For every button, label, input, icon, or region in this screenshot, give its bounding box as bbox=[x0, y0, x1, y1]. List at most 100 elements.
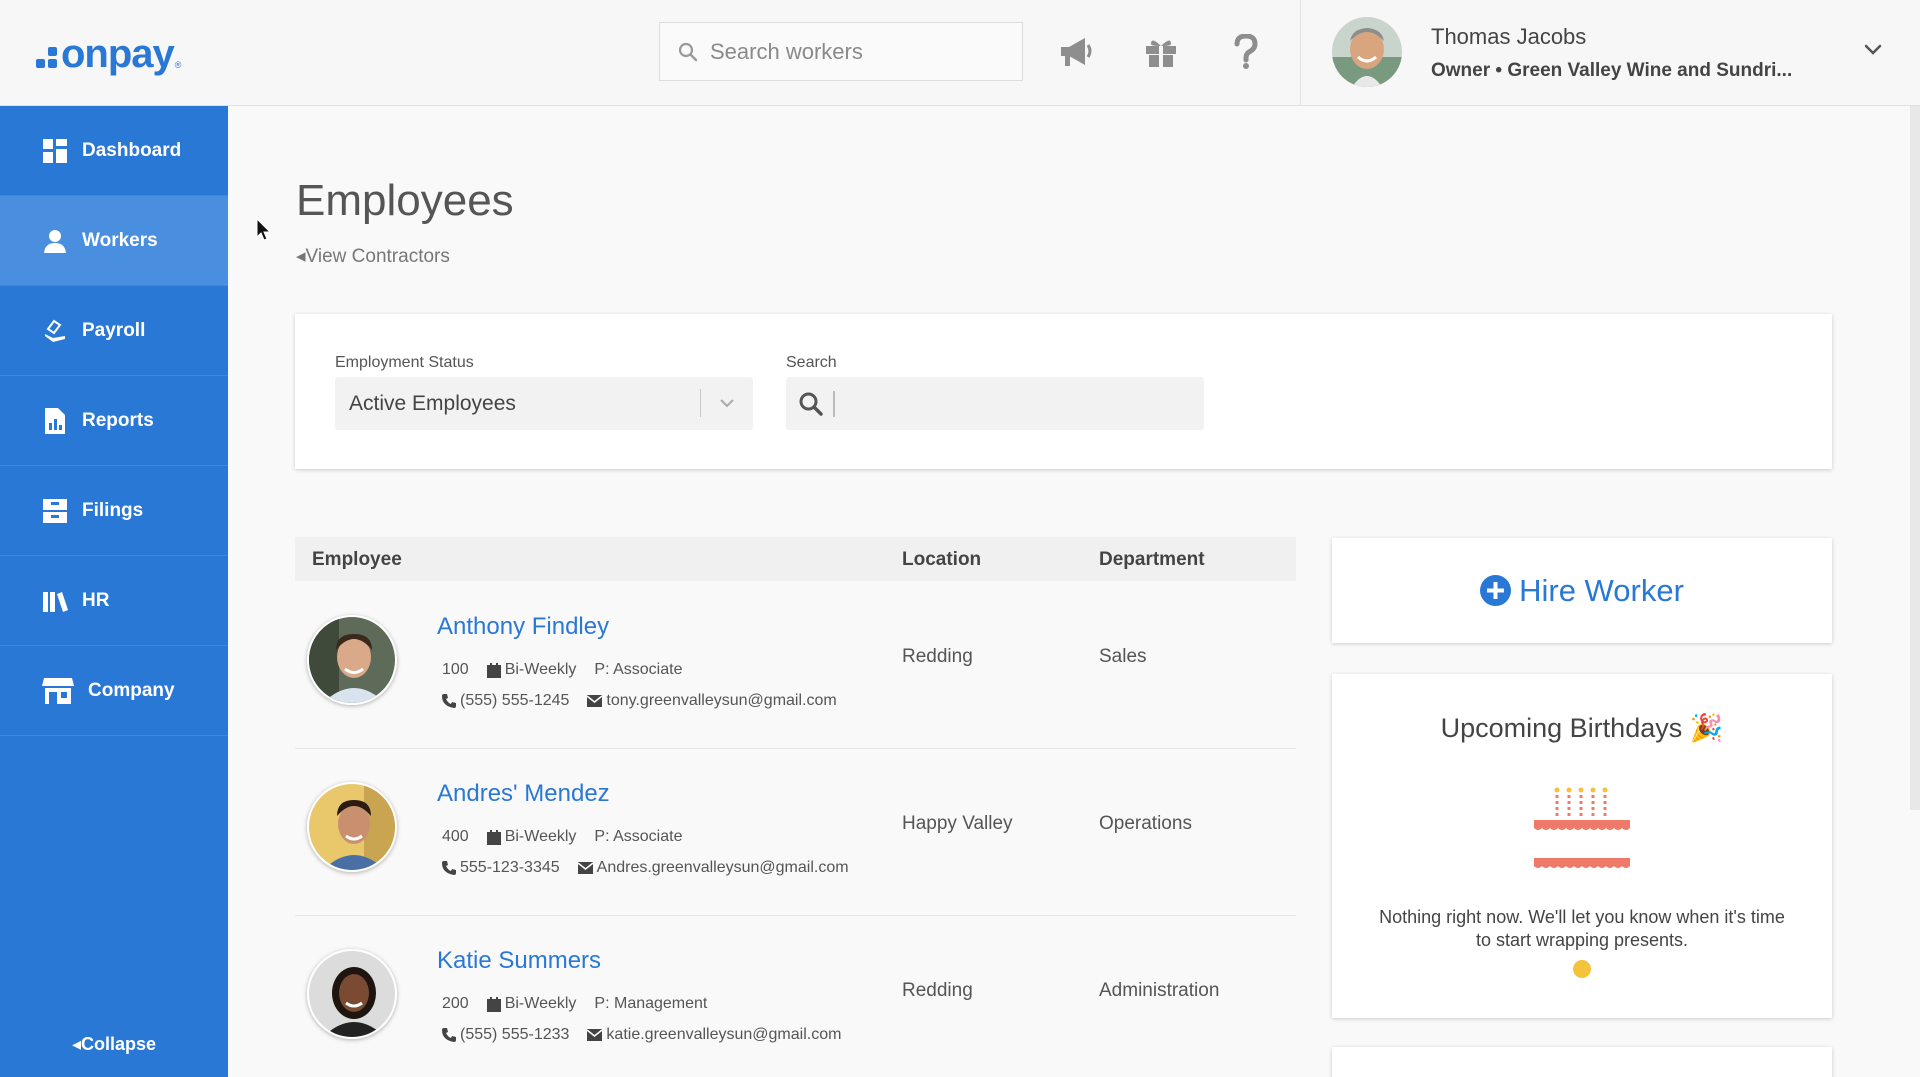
logo-mark bbox=[36, 47, 57, 68]
position: P: Associate bbox=[594, 828, 683, 845]
employee-location: Redding bbox=[902, 980, 973, 1001]
calendar-icon bbox=[486, 829, 501, 845]
table-row[interactable]: Anthony Findley 100 Bi-Weekly P: Associa… bbox=[295, 583, 1296, 749]
user-role: Owner • Green Valley Wine and Sundri... bbox=[1431, 60, 1793, 81]
sidebar-item-dashboard[interactable]: Dashboard bbox=[0, 106, 228, 196]
hire-worker-label: Hire Worker bbox=[1519, 572, 1684, 608]
employee-id: 100 bbox=[442, 661, 469, 678]
page-title: Employees bbox=[296, 176, 514, 225]
pay-frequency: Bi-Weekly bbox=[504, 828, 577, 845]
search-label: Search bbox=[786, 354, 837, 371]
upcoming-birthdays-card: Upcoming Birthdays 🎉 Nothing right now. … bbox=[1332, 674, 1832, 1018]
employee-department: Operations bbox=[1099, 813, 1192, 834]
birthdays-title: Upcoming Birthdays 🎉 bbox=[1440, 713, 1724, 743]
company-icon bbox=[42, 677, 74, 704]
email-icon bbox=[587, 695, 603, 707]
onpay-logo[interactable]: onpay ® bbox=[36, 30, 181, 74]
top-divider bbox=[1300, 0, 1301, 106]
email-address[interactable]: tony.greenvalleysun@gmail.com bbox=[606, 692, 836, 710]
search-workers-input[interactable] bbox=[710, 38, 1010, 65]
calendar-icon bbox=[486, 996, 501, 1012]
pay-frequency: Bi-Weekly bbox=[504, 661, 577, 678]
filings-icon bbox=[42, 498, 68, 524]
top-bar: onpay ® Thomas Jacobs Owner • Green Vall… bbox=[0, 0, 1920, 106]
sidebar-item-workers[interactable]: Workers bbox=[0, 196, 228, 286]
email-address[interactable]: Andres.greenvalleysun@gmail.com bbox=[597, 859, 849, 877]
employee-meta: 200 Bi-Weekly P: Management bbox=[442, 995, 707, 1013]
chevron-down-icon[interactable] bbox=[1861, 38, 1885, 62]
view-contractors-label: View Contractors bbox=[305, 246, 450, 267]
header-location[interactable]: Location bbox=[902, 549, 981, 571]
employee-name-link[interactable]: Anthony Findley bbox=[437, 613, 609, 641]
employee-search-input[interactable] bbox=[786, 377, 1204, 430]
employee-department: Administration bbox=[1099, 980, 1220, 1001]
email-address[interactable]: katie.greenvalleysun@gmail.com bbox=[606, 1026, 841, 1044]
phone-number: (555) 555-1233 bbox=[460, 1026, 570, 1043]
next-card bbox=[1332, 1047, 1832, 1077]
caret-left-icon: ◂ bbox=[296, 246, 306, 267]
employee-id: 200 bbox=[442, 995, 469, 1012]
calendar-icon bbox=[486, 662, 501, 678]
collapse-label: Collapse bbox=[81, 1034, 157, 1054]
logo-registered: ® bbox=[174, 60, 182, 70]
payroll-icon bbox=[42, 318, 68, 344]
collapse-button[interactable]: ◂Collapse bbox=[0, 1034, 228, 1055]
sidebar-item-payroll[interactable]: Payroll bbox=[0, 286, 228, 376]
scrollbar[interactable] bbox=[1910, 106, 1920, 810]
position: P: Management bbox=[594, 995, 708, 1012]
phone-number: (555) 555-1245 bbox=[460, 692, 570, 709]
view-contractors-link[interactable]: ◂View Contractors bbox=[296, 245, 450, 268]
sidebar-item-label: Filings bbox=[82, 499, 144, 521]
table-row[interactable]: Andres' Mendez 400 Bi-Weekly P: Associat… bbox=[295, 750, 1296, 916]
employee-contact: 555-123-3345 Andres.greenvalleysun@gmail… bbox=[442, 859, 849, 877]
employee-location: Happy Valley bbox=[902, 813, 1013, 834]
sidebar: Dashboard Workers Payroll Reports Filing… bbox=[0, 106, 228, 1077]
employee-location: Redding bbox=[902, 646, 973, 667]
logo-text: onpay bbox=[61, 32, 175, 76]
dashboard-icon bbox=[42, 138, 68, 164]
search-icon bbox=[678, 42, 698, 61]
sidebar-item-filings[interactable]: Filings bbox=[0, 466, 228, 556]
caret-left-icon: ◂ bbox=[71, 1034, 81, 1054]
employee-meta: 400 Bi-Weekly P: Associate bbox=[442, 828, 682, 846]
phone-icon bbox=[442, 694, 456, 708]
phone-icon bbox=[442, 1028, 456, 1042]
employment-status-select[interactable]: Active Employees bbox=[335, 377, 753, 430]
employee-name-link[interactable]: Andres' Mendez bbox=[437, 780, 610, 808]
employee-photo bbox=[307, 949, 397, 1039]
email-icon bbox=[577, 862, 593, 874]
employment-status-value: Active Employees bbox=[349, 391, 516, 415]
user-avatar[interactable] bbox=[1332, 17, 1402, 87]
sidebar-item-company[interactable]: Company bbox=[0, 646, 228, 736]
smiley-icon bbox=[1573, 960, 1591, 978]
chevron-down-icon bbox=[720, 399, 734, 408]
employee-id: 400 bbox=[442, 828, 469, 845]
search-workers-box[interactable] bbox=[659, 22, 1023, 81]
megaphone-icon[interactable] bbox=[1054, 30, 1098, 74]
sidebar-item-label: Company bbox=[88, 679, 175, 701]
table-row[interactable]: Katie Summers 200 Bi-Weekly P: Managemen… bbox=[295, 917, 1296, 1077]
birthdays-message: Nothing right now. We'll let you know wh… bbox=[1379, 907, 1785, 950]
employee-contact: (555) 555-1233 katie.greenvalleysun@gmai… bbox=[442, 1026, 841, 1044]
employee-photo bbox=[307, 782, 397, 872]
employee-name-link[interactable]: Katie Summers bbox=[437, 947, 601, 975]
help-icon[interactable] bbox=[1224, 30, 1268, 74]
mouse-cursor-icon bbox=[256, 218, 272, 241]
employment-status-label: Employment Status bbox=[335, 354, 474, 371]
user-name: Thomas Jacobs bbox=[1431, 24, 1587, 49]
table-header: Employee Location Department bbox=[295, 537, 1296, 581]
hire-worker-button[interactable]: Hire Worker bbox=[1332, 538, 1832, 643]
phone-number: 555-123-3345 bbox=[460, 859, 560, 876]
employee-photo bbox=[307, 615, 397, 705]
sidebar-item-reports[interactable]: Reports bbox=[0, 376, 228, 466]
plus-circle-icon bbox=[1480, 575, 1512, 606]
sidebar-item-hr[interactable]: HR bbox=[0, 556, 228, 646]
reports-icon bbox=[42, 407, 68, 434]
header-employee[interactable]: Employee bbox=[312, 549, 402, 571]
employee-contact: (555) 555-1245 tony.greenvalleysun@gmail… bbox=[442, 692, 837, 710]
header-department[interactable]: Department bbox=[1099, 549, 1205, 571]
sidebar-item-label: Payroll bbox=[82, 319, 146, 341]
employee-department: Sales bbox=[1099, 646, 1147, 667]
sidebar-item-label: HR bbox=[82, 589, 110, 611]
gift-icon[interactable] bbox=[1139, 30, 1183, 74]
